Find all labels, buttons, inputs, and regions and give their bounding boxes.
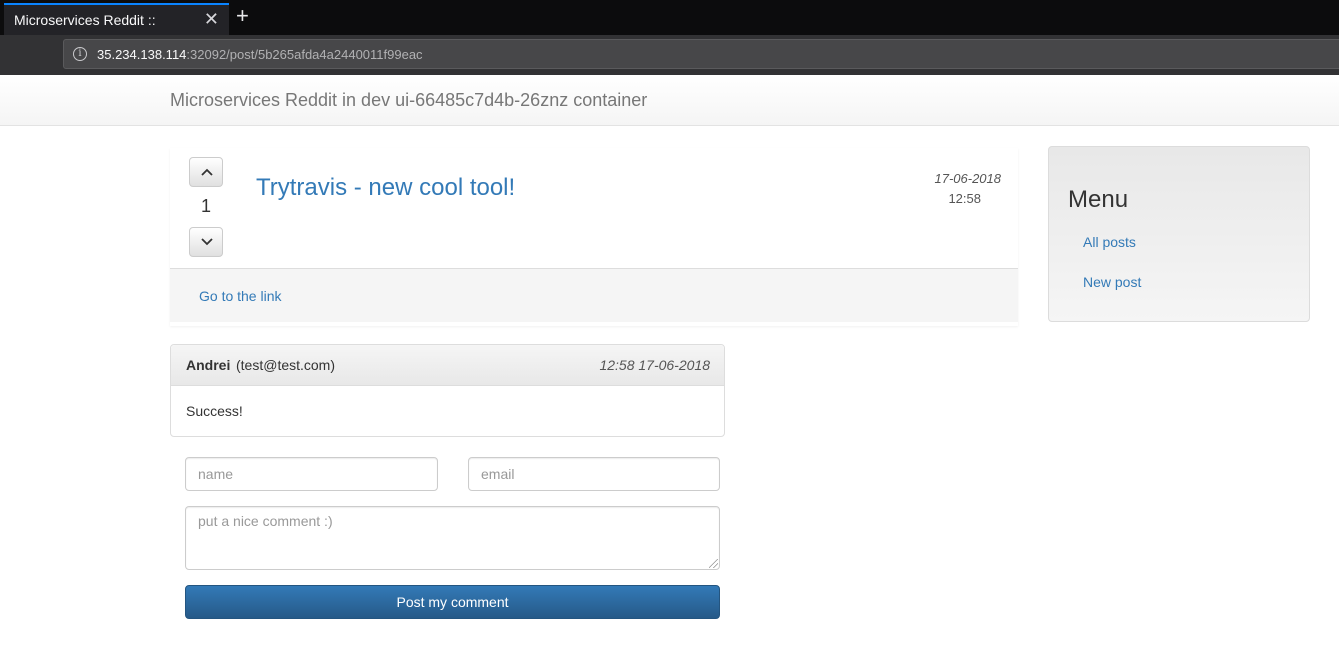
- site-header: Microservices Reddit in dev ui-66485c7d4…: [0, 75, 1339, 126]
- name-input[interactable]: [185, 457, 438, 491]
- comment-email: (test@test.com): [236, 357, 336, 373]
- address-bar[interactable]: i 35.234.138.114:32092/post/5b265afda4a2…: [63, 39, 1339, 69]
- comment-textarea[interactable]: [185, 506, 720, 570]
- url-text: 35.234.138.114:32092/post/5b265afda4a244…: [97, 47, 423, 62]
- go-to-link[interactable]: Go to the link: [199, 288, 282, 304]
- post-comment-button[interactable]: Post my comment: [185, 585, 720, 619]
- menu-item-all-posts[interactable]: All posts: [1083, 234, 1136, 250]
- comment-card: Andrei (test@test.com) 12:58 17-06-2018 …: [170, 344, 725, 437]
- post-card: 1 Trytravis - new cool tool! 17-06-2018 …: [170, 148, 1018, 326]
- post-time: 12:58: [948, 191, 981, 206]
- comment-header: Andrei (test@test.com) 12:58 17-06-2018: [171, 345, 724, 386]
- menu-title: Menu: [1068, 186, 1129, 213]
- info-icon[interactable]: i: [73, 47, 87, 61]
- sidebar-menu: Menu All posts New post: [1048, 146, 1310, 322]
- chevron-up-icon: [201, 168, 213, 176]
- brand-link[interactable]: Microservices Reddit in dev ui-66485c7d4…: [170, 90, 647, 111]
- upvote-button[interactable]: [189, 157, 223, 187]
- email-input[interactable]: [468, 457, 720, 491]
- post-date: 17-06-2018: [934, 171, 1002, 186]
- url-path: :32092/post/5b265afda4a2440011f99eac: [186, 47, 423, 62]
- menu-item-new-post[interactable]: New post: [1083, 274, 1141, 290]
- url-host: 35.234.138.114: [97, 47, 187, 62]
- browser-nav-bar: i 35.234.138.114:32092/post/5b265afda4a2…: [0, 35, 1339, 75]
- comment-date: 12:58 17-06-2018: [599, 357, 710, 373]
- plus-icon[interactable]: +: [236, 4, 249, 28]
- comment-author: Andrei: [186, 357, 231, 373]
- tab-title: Microservices Reddit ::: [14, 12, 156, 28]
- vote-count: 1: [200, 196, 211, 216]
- comment-body: Success!: [186, 403, 243, 419]
- chevron-down-icon: [201, 238, 213, 246]
- browser-tab[interactable]: Microservices Reddit :: ✕: [4, 3, 229, 35]
- close-icon[interactable]: ✕: [204, 9, 219, 30]
- downvote-button[interactable]: [189, 227, 223, 257]
- post-footer: Go to the link: [170, 268, 1018, 322]
- browser-tab-bar: Microservices Reddit :: ✕ +: [0, 0, 1339, 35]
- post-title[interactable]: Trytravis - new cool tool!: [256, 174, 515, 202]
